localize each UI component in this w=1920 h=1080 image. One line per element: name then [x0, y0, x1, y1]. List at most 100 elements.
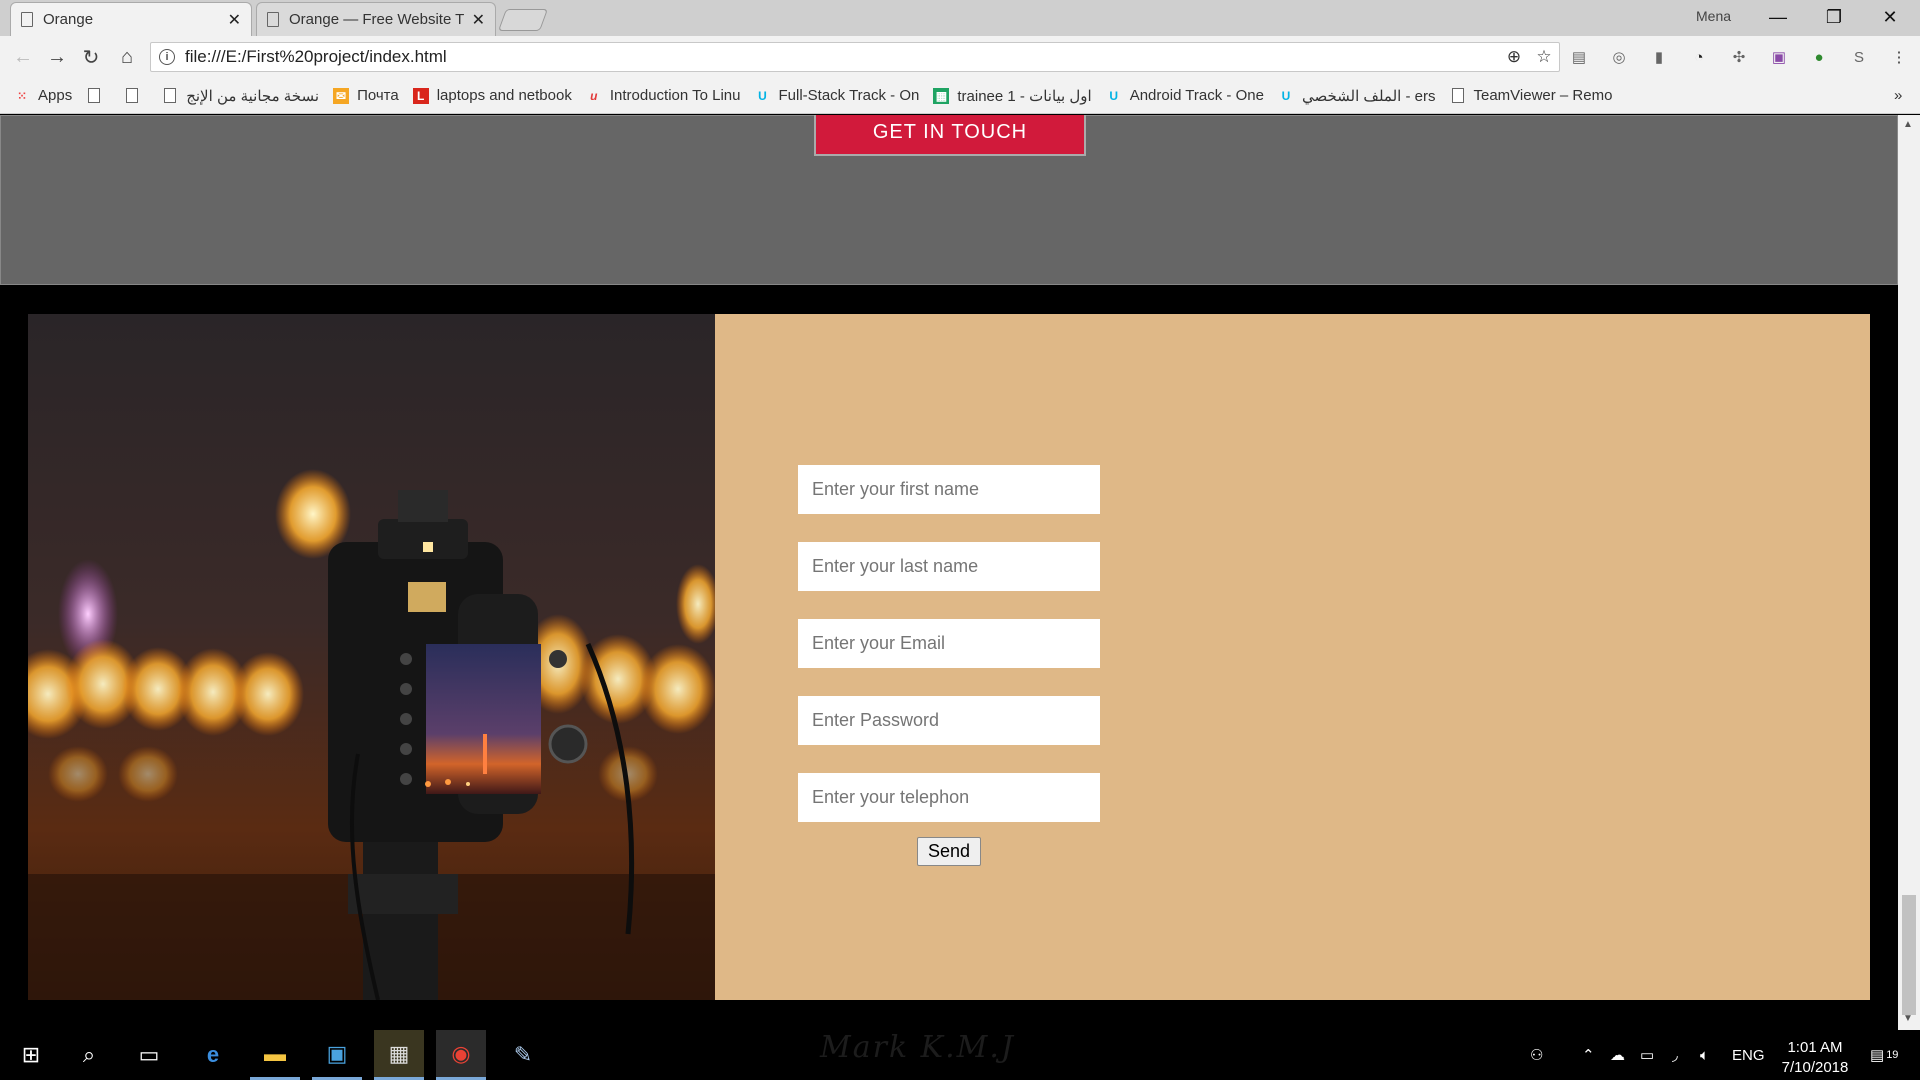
profile-name[interactable]: Mena: [1696, 8, 1731, 24]
email-input[interactable]: [798, 619, 1100, 668]
browser-toolbar: ← → ↻ ⌂ i file:///E:/First%20project/ind…: [0, 36, 1920, 78]
udacity-icon: U: [1109, 88, 1119, 103]
show-hidden-icons[interactable]: ⌃: [1582, 1030, 1595, 1080]
edge-icon[interactable]: e: [188, 1030, 238, 1080]
tab-title: Orange — Free Website T: [289, 11, 464, 28]
hero-section: GET IN TOUCH: [0, 115, 1898, 285]
s-extension-icon[interactable]: S: [1848, 46, 1870, 68]
speed-dial-icon[interactable]: ◔: [1688, 46, 1710, 68]
new-tab-button[interactable]: [497, 9, 549, 31]
extension-icon[interactable]: ◎: [1608, 46, 1630, 68]
bookmark-linux[interactable]: u Introduction To Linu: [586, 87, 741, 104]
close-icon[interactable]: ✕: [472, 10, 485, 30]
reload-icon[interactable]: ↻: [78, 44, 104, 70]
windows-taskbar: Mark K.M.J ⊞ ⌕ ▭ e ▬ ▣ ▦ ◉ ✎ ⚇ ⌃ ☁ ▭ ◞ 🔈…: [0, 1030, 1920, 1080]
chrome-icon[interactable]: ◉: [436, 1030, 486, 1080]
bookmark-teamviewer[interactable]: TeamViewer – Remo: [1450, 87, 1613, 104]
paint-icon[interactable]: ✎: [498, 1030, 548, 1080]
bookmark-full-stack[interactable]: U Full-Stack Track - On: [755, 87, 920, 104]
bookmark-mail[interactable]: ✉ Почта: [333, 87, 399, 104]
clock-time: 1:01 AM: [1787, 1039, 1843, 1056]
bookmark-label: Почта: [357, 87, 399, 104]
udemy-icon: u: [590, 88, 598, 103]
bookmarks-more[interactable]: »: [1894, 87, 1902, 104]
bookmark-extension-icon[interactable]: ▮: [1648, 46, 1670, 68]
page-icon: [1450, 88, 1466, 104]
volume-icon[interactable]: 🔈︎: [1700, 1030, 1709, 1080]
onedrive-icon[interactable]: ☁: [1610, 1030, 1625, 1080]
bookmark-label: trainee 1 - اول بيانات: [957, 87, 1092, 105]
task-view-icon[interactable]: ▭: [124, 1030, 174, 1080]
pdf-extension-icon[interactable]: ▤: [1568, 46, 1590, 68]
close-icon[interactable]: ✕: [228, 10, 241, 30]
page-icon: [267, 12, 279, 27]
bookmark-android[interactable]: U Android Track - One: [1106, 87, 1264, 104]
print-extension-icon[interactable]: ▣: [1768, 46, 1790, 68]
battery-icon[interactable]: ▭: [1640, 1030, 1654, 1080]
puzzle-extension-icon[interactable]: ✣: [1728, 46, 1750, 68]
bookmark-arabic-copy[interactable]: نسخة مجانية من الإنج: [162, 87, 319, 105]
back-icon[interactable]: ←: [10, 44, 36, 70]
minimize-icon[interactable]: —: [1750, 0, 1806, 34]
page-icon: [86, 88, 102, 104]
notification-count: 19: [1886, 1049, 1899, 1061]
tab-orange[interactable]: Orange ✕: [10, 2, 252, 36]
info-icon[interactable]: i: [159, 49, 175, 65]
clock-date: 7/10/2018: [1781, 1059, 1849, 1076]
bookmark-label: Android Track - One: [1129, 87, 1264, 104]
page-icon: [162, 88, 178, 104]
home-icon[interactable]: ⌂: [114, 44, 140, 70]
scroll-up-icon[interactable]: ▲: [1903, 119, 1913, 130]
restore-icon[interactable]: ❐: [1806, 0, 1862, 34]
menu-icon[interactable]: ⋮: [1888, 46, 1910, 68]
bookmark-label: الملف الشخصي - ers: [1301, 87, 1436, 105]
bookmark-profile[interactable]: U الملف الشخصي - ers: [1278, 87, 1436, 105]
star-icon[interactable]: ☆: [1529, 47, 1559, 67]
action-center-icon[interactable]: ▤ 19: [1870, 1030, 1898, 1080]
bookmark-label: نسخة مجانية من الإنج: [186, 87, 320, 105]
bookmark-laptops[interactable]: L laptops and netbook: [412, 87, 572, 104]
bookmark-page[interactable]: [124, 88, 148, 104]
bookmark-label: TeamViewer – Remo: [1473, 87, 1613, 104]
contact-section: Send: [28, 314, 1870, 1000]
bookmark-apps[interactable]: ⁙ Apps: [14, 87, 72, 104]
bookmark-label: Introduction To Linu: [609, 87, 741, 104]
file-explorer-icon[interactable]: ▬: [250, 1030, 300, 1080]
bookmark-label: Full-Stack Track - On: [778, 87, 920, 104]
bookmark-page[interactable]: [86, 88, 110, 104]
scroll-thumb[interactable]: [1902, 895, 1916, 1015]
wifi-icon[interactable]: ◞: [1672, 1030, 1678, 1080]
app-icon[interactable]: ▣: [312, 1030, 362, 1080]
language-indicator[interactable]: ENG: [1732, 1030, 1765, 1080]
address-bar[interactable]: i file:///E:/First%20project/index.html …: [150, 42, 1560, 72]
scroll-down-icon[interactable]: ▼: [1903, 1013, 1913, 1024]
last-name-input[interactable]: [798, 542, 1100, 591]
zoom-icon[interactable]: ⊕: [1499, 47, 1529, 67]
send-button[interactable]: Send: [917, 837, 981, 866]
password-input[interactable]: [798, 696, 1100, 745]
globe-extension-icon[interactable]: ●: [1808, 46, 1830, 68]
page-scrollbar[interactable]: ▲ ▼: [1898, 115, 1920, 1030]
tab-orange-free-website[interactable]: Orange — Free Website T ✕: [256, 2, 496, 36]
first-name-input[interactable]: [798, 465, 1100, 514]
footer-logo: Mark K.M.J: [820, 1030, 1015, 1065]
notification-icon: ▤: [1870, 1047, 1885, 1064]
search-icon[interactable]: ⌕: [64, 1030, 114, 1080]
mail-icon: ✉: [333, 87, 350, 104]
movie-maker-icon[interactable]: ▦: [374, 1030, 424, 1080]
windows-start-icon[interactable]: ⊞: [6, 1030, 56, 1080]
forward-icon[interactable]: →: [44, 44, 70, 70]
close-window-icon[interactable]: ✕: [1862, 0, 1918, 34]
page-icon: [124, 88, 140, 104]
get-in-touch-button[interactable]: GET IN TOUCH: [814, 115, 1086, 156]
tab-strip: Orange ✕ Orange — Free Website T ✕ Mena …: [0, 0, 1920, 36]
clock[interactable]: 1:01 AM 7/10/2018: [1770, 1038, 1860, 1078]
url-text[interactable]: file:///E:/First%20project/index.html: [185, 47, 1499, 67]
camera-photo: [28, 314, 715, 1000]
sheets-icon: ▦: [933, 87, 950, 104]
apps-grid-icon: ⁙: [16, 88, 28, 103]
telephone-input[interactable]: [798, 773, 1100, 822]
people-icon[interactable]: ⚇: [1530, 1030, 1543, 1080]
bookmark-trainee[interactable]: ▦ trainee 1 - اول بيانات: [933, 87, 1092, 105]
page-viewport: GET IN TOUCH Enter your first name Enter…: [0, 115, 1898, 1030]
